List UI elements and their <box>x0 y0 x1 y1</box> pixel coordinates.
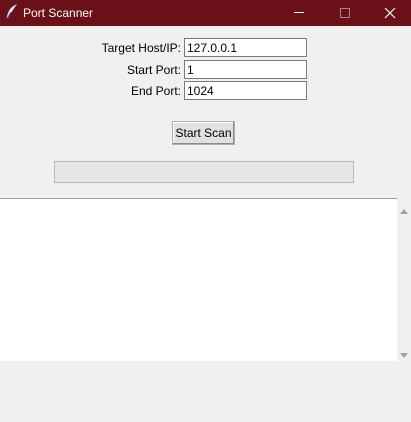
minimize-icon <box>294 12 304 13</box>
output-scrollbar[interactable] <box>397 198 411 361</box>
scan-output-area[interactable] <box>0 198 397 361</box>
end-port-row: End Port: <box>0 81 411 101</box>
start-scan-button[interactable]: Start Scan <box>172 121 235 145</box>
maximize-button[interactable] <box>322 0 368 26</box>
close-icon <box>384 7 396 19</box>
end-port-label: End Port: <box>130 84 181 98</box>
window-title: Port Scanner <box>23 6 94 20</box>
host-row: Target Host/IP: <box>0 38 411 58</box>
minimize-button[interactable] <box>276 0 322 26</box>
feather-icon <box>5 4 19 20</box>
host-label: Target Host/IP: <box>101 41 181 55</box>
scan-progress-bar <box>54 161 354 183</box>
title-bar[interactable]: Port Scanner <box>0 0 411 26</box>
host-input[interactable] <box>184 38 307 57</box>
close-button[interactable] <box>367 0 411 26</box>
scroll-up-arrow-icon[interactable] <box>400 203 408 217</box>
scroll-down-arrow-icon[interactable] <box>400 348 408 362</box>
start-port-label: Start Port: <box>126 63 181 77</box>
end-port-input[interactable] <box>184 81 307 100</box>
start-port-row: Start Port: <box>0 60 411 80</box>
start-port-input[interactable] <box>184 60 307 79</box>
maximize-icon <box>340 8 350 18</box>
